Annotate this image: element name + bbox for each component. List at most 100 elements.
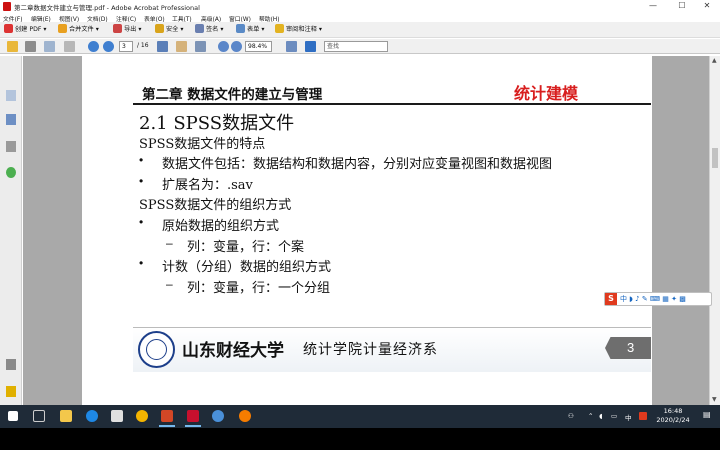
task-toolbar: 创建 PDF ▾ 合并文件 ▾ 导出 ▾ 安全 ▾ 签名 ▾ 表单 ▾ 审阅和注… [0, 22, 720, 38]
slide-line: 数据文件包括：数据结构和数据内容，分别对应变量视图和数据视图 [162, 157, 553, 172]
input-language-indicator[interactable]: 中 [625, 412, 632, 422]
page-number-input[interactable]: 3 [119, 41, 133, 52]
chrome-icon[interactable] [136, 410, 148, 422]
export-icon [113, 24, 122, 33]
people-icon[interactable]: ⚇ [568, 412, 574, 420]
print-icon[interactable] [25, 41, 36, 52]
edge-browser-icon[interactable] [86, 410, 98, 422]
section-heading: 2.1 SPSS数据文件 [139, 113, 295, 134]
slide-line: 列：变量，行：个案 [187, 240, 305, 255]
sogou-tray-icon[interactable] [639, 412, 647, 420]
create-pdf-button[interactable]: 创建 PDF ▾ [4, 24, 46, 36]
navigation-panel [0, 56, 22, 405]
search-input[interactable]: 查找 [324, 41, 388, 52]
app-icon[interactable] [239, 410, 251, 422]
window-title: 第二章数据文件建立与管理.pdf - Adobe Acrobat Profess… [14, 4, 200, 12]
pages-panel-icon[interactable] [6, 90, 16, 101]
slide-line: 计数（分组）数据的组织方式 [162, 260, 332, 275]
scroll-thumb[interactable] [712, 148, 718, 168]
export-button[interactable]: 导出 ▾ [113, 24, 141, 36]
task-view-icon[interactable] [33, 410, 45, 422]
combine-files-button[interactable]: 合并文件 ▾ [58, 24, 99, 36]
zoom-level-select[interactable]: 98.4% [245, 41, 272, 52]
clock-time: 16:48 [663, 407, 683, 415]
notification-icon[interactable]: ▤ [703, 410, 711, 419]
brand-text: 统计建模 [514, 84, 579, 103]
vertical-scrollbar[interactable]: ▲ ▼ [709, 56, 720, 405]
document-area[interactable]: 第二章 数据文件的建立与管理 统计建模 2.1 SPSS数据文件 SPSS数据文… [23, 56, 709, 405]
university-name: 山东财经大学 [182, 341, 284, 361]
maximize-button[interactable]: ☐ [669, 0, 695, 13]
help-panel-icon[interactable] [6, 167, 16, 178]
zoom-tool-icon[interactable] [195, 41, 206, 52]
scroll-up-icon[interactable]: ▲ [712, 57, 717, 64]
minimize-button[interactable]: — [640, 0, 666, 13]
sign-button[interactable]: 签名 ▾ [195, 24, 223, 36]
menu-bar: 文件(F) 编辑(E) 视图(V) 文档(D) 注释(C) 表单(O) 工具(T… [0, 13, 720, 23]
acrobat-app-icon [3, 2, 11, 11]
slide: 第二章 数据文件的建立与管理 统计建模 2.1 SPSS数据文件 SPSS数据文… [133, 71, 651, 372]
lock-icon [155, 24, 164, 33]
review-comment-button[interactable]: 审阅和注释 ▾ [275, 24, 322, 36]
volume-icon[interactable]: ◖ [599, 412, 602, 420]
bullet-dash: – [166, 236, 173, 250]
navigation-toolbar: 3 / 16 98.4% 查找 [0, 39, 720, 54]
fit-page-icon[interactable] [286, 41, 297, 52]
zoom-out-icon[interactable] [218, 41, 229, 52]
powerpoint-icon[interactable] [159, 410, 175, 427]
bullet-dot: • [139, 256, 144, 270]
windows-taskbar: ⚇ ⌃ ◖ ▭ 中 16:48 2020/2/24 ▤ [0, 405, 720, 428]
bullet-dot: • [139, 174, 144, 188]
zoom-in-icon[interactable] [231, 41, 242, 52]
slide-footer: 山东财经大学 统计学院计量经济系 3 [133, 327, 651, 372]
slide-line: SPSS数据文件的特点 [139, 137, 266, 152]
close-button[interactable]: ✕ [694, 0, 720, 13]
comments-panel-icon[interactable] [6, 386, 16, 397]
header-divider [133, 103, 651, 105]
slide-line: SPSS数据文件的组织方式 [139, 198, 292, 213]
email-icon[interactable] [64, 41, 75, 52]
start-windows-icon[interactable] [8, 411, 18, 421]
sogou-logo-icon: S [605, 293, 617, 305]
signatures-panel-icon[interactable] [6, 141, 16, 152]
bookmarks-panel-icon[interactable] [6, 114, 16, 125]
clock-date: 2020/2/24 [656, 416, 690, 424]
next-page-icon[interactable] [103, 41, 114, 52]
forms-button[interactable]: 表单 ▾ [236, 24, 264, 36]
bullet-dot: • [139, 215, 144, 229]
university-seal-icon [138, 331, 175, 368]
scroll-down-icon[interactable]: ▼ [712, 396, 717, 403]
pen-icon [195, 24, 204, 33]
open-folder-icon[interactable] [7, 41, 18, 52]
network-app-icon[interactable] [212, 410, 224, 422]
network-icon[interactable]: ▭ [611, 412, 617, 420]
title-bar: 第二章数据文件建立与管理.pdf - Adobe Acrobat Profess… [0, 0, 720, 13]
create-pdf-icon [4, 24, 13, 33]
page-number-badge: 3 [605, 337, 651, 359]
ime-toolbar[interactable]: S中 ◗ ♪ ✎ ⌨ ▦ ✦ ▩ [604, 292, 712, 306]
mail-icon[interactable] [111, 410, 123, 422]
bullet-dash: – [166, 277, 173, 291]
secure-button[interactable]: 安全 ▾ [155, 24, 183, 36]
comment-icon [275, 24, 284, 33]
slide-line: 列：变量，行：一个分组 [187, 281, 331, 296]
forms-icon [236, 24, 245, 33]
attachments-panel-icon[interactable] [6, 359, 16, 370]
department-name: 统计学院计量经济系 [303, 342, 438, 358]
hand-tool-icon[interactable] [176, 41, 187, 52]
previous-page-icon[interactable] [88, 41, 99, 52]
file-explorer-icon[interactable] [60, 410, 72, 422]
tray-up-icon[interactable]: ⌃ [588, 412, 593, 420]
ime-language[interactable]: 中 [620, 295, 627, 303]
chapter-title: 第二章 数据文件的建立与管理 [142, 87, 323, 103]
ime-tools-icons[interactable]: ◗ ♪ ✎ ⌨ ▦ ✦ ▩ [629, 295, 686, 303]
fit-width-icon[interactable] [305, 41, 316, 52]
acrobat-taskbar-icon[interactable] [185, 410, 201, 427]
bullet-dot: • [139, 153, 144, 167]
slide-line: 扩展名为：.sav [162, 178, 253, 193]
combine-files-icon [58, 24, 67, 33]
save-icon[interactable] [44, 41, 55, 52]
pdf-page: 第二章 数据文件的建立与管理 统计建模 2.1 SPSS数据文件 SPSS数据文… [82, 56, 652, 405]
select-cursor-icon[interactable] [157, 41, 168, 52]
system-clock[interactable]: 16:48 2020/2/24 [652, 407, 694, 425]
